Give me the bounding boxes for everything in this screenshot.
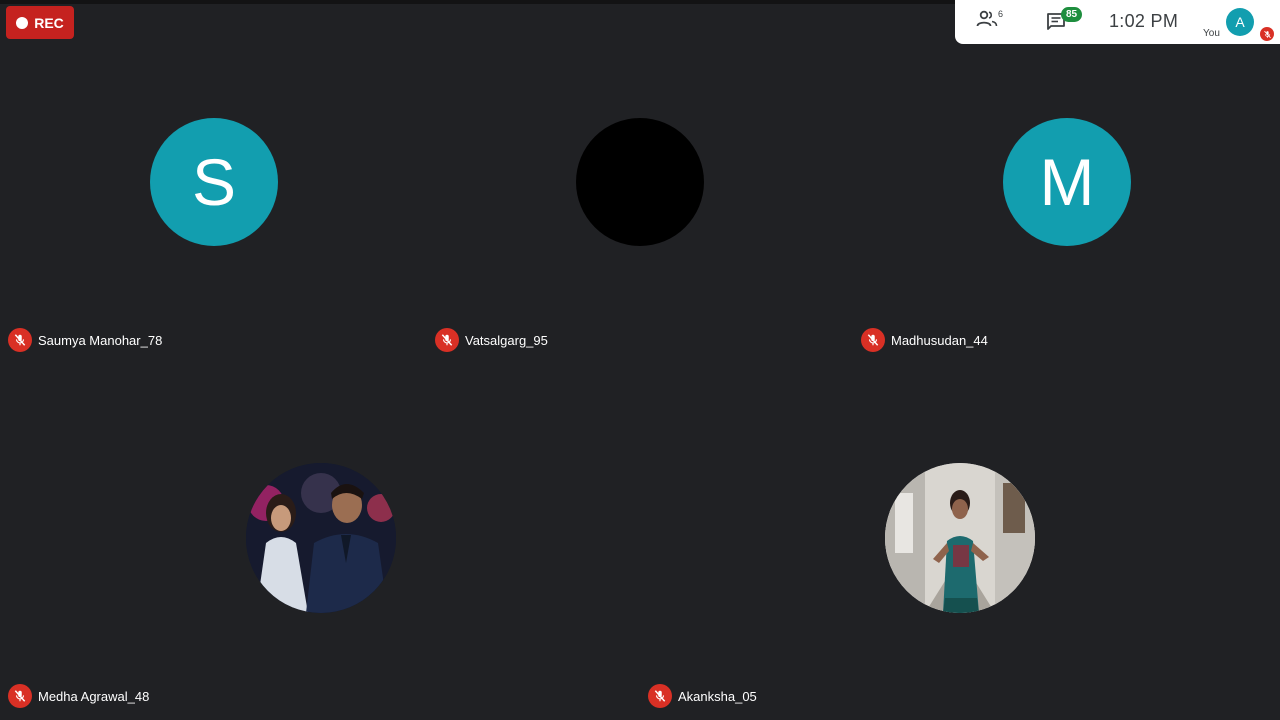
participant-avatar [576,118,704,246]
meeting-clock: 1:02 PM [1109,11,1179,31]
participant-tile[interactable]: Vatsalgarg_95 [427,45,853,355]
mic-off-icon [8,684,32,708]
recording-indicator: REC [6,6,74,39]
meeting-info-bar: 6 85 1:02 PM A You [955,0,1280,44]
people-icon[interactable] [976,10,998,33]
participant-tile[interactable]: Medha Agrawal_48 [0,360,640,716]
self-avatar[interactable]: A [1226,8,1254,36]
self-label: You [1203,28,1220,39]
chat-unread-badge: 85 [1061,7,1082,22]
participant-avatar: M [1003,118,1131,246]
mic-off-icon [648,684,672,708]
participant-photo-avatar [885,463,1035,613]
participant-name: Madhusudan_44 [891,332,988,348]
participant-tile[interactable]: S Saumya Manohar_78 [0,45,427,355]
participant-tile[interactable]: Akanksha_05 [640,360,1280,716]
participant-name: Akanksha_05 [678,688,757,704]
participant-tile[interactable]: M Madhusudan_44 [853,45,1280,355]
mic-off-icon [8,328,32,352]
recording-label: REC [34,14,64,31]
mic-off-icon [861,328,885,352]
participant-name: Saumya Manohar_78 [38,332,163,348]
mic-off-icon [1260,27,1274,41]
participant-name: Medha Agrawal_48 [38,688,150,704]
mic-off-icon [435,328,459,352]
recording-dot-icon [16,16,29,29]
participant-name: Vatsalgarg_95 [465,332,548,348]
participant-photo-avatar [246,463,396,613]
people-count: 6 [998,9,1004,19]
participant-avatar: S [150,118,278,246]
